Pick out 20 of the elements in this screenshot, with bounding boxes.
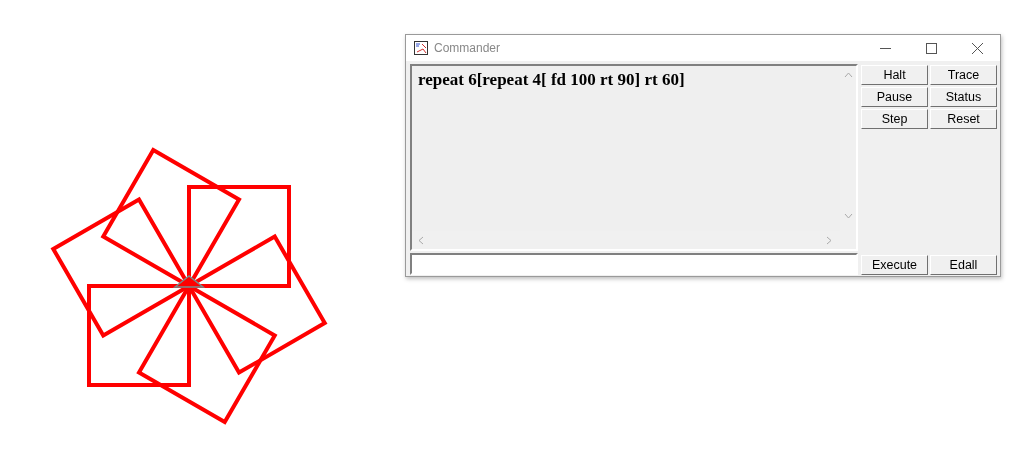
app-icon	[414, 41, 428, 55]
close-icon	[971, 42, 983, 54]
command-button[interactable]: Pause	[861, 87, 928, 107]
input-field[interactable]	[410, 253, 858, 275]
command-button[interactable]: Halt	[861, 65, 928, 85]
command-button[interactable]: Step	[861, 109, 928, 129]
scroll-down-icon[interactable]	[843, 213, 853, 219]
scroll-right-icon[interactable]	[826, 235, 832, 245]
command-button[interactable]: Trace	[930, 65, 997, 85]
scroll-left-icon[interactable]	[418, 235, 424, 245]
editor-text: repeat 6[repeat 4[ fd 100 rt 90] rt 60]	[418, 70, 685, 89]
command-button[interactable]: Execute	[861, 255, 928, 275]
turtle-icon	[172, 275, 206, 288]
command-button[interactable]: Reset	[930, 109, 997, 129]
window-title: Commander	[434, 41, 502, 55]
maximize-icon	[925, 42, 937, 54]
command-button[interactable]: Edall	[930, 255, 997, 275]
editor-area[interactable]: repeat 6[repeat 4[ fd 100 rt 90] rt 60]	[410, 64, 858, 251]
scroll-up-icon[interactable]	[843, 72, 853, 78]
command-button[interactable]: Status	[930, 87, 997, 107]
